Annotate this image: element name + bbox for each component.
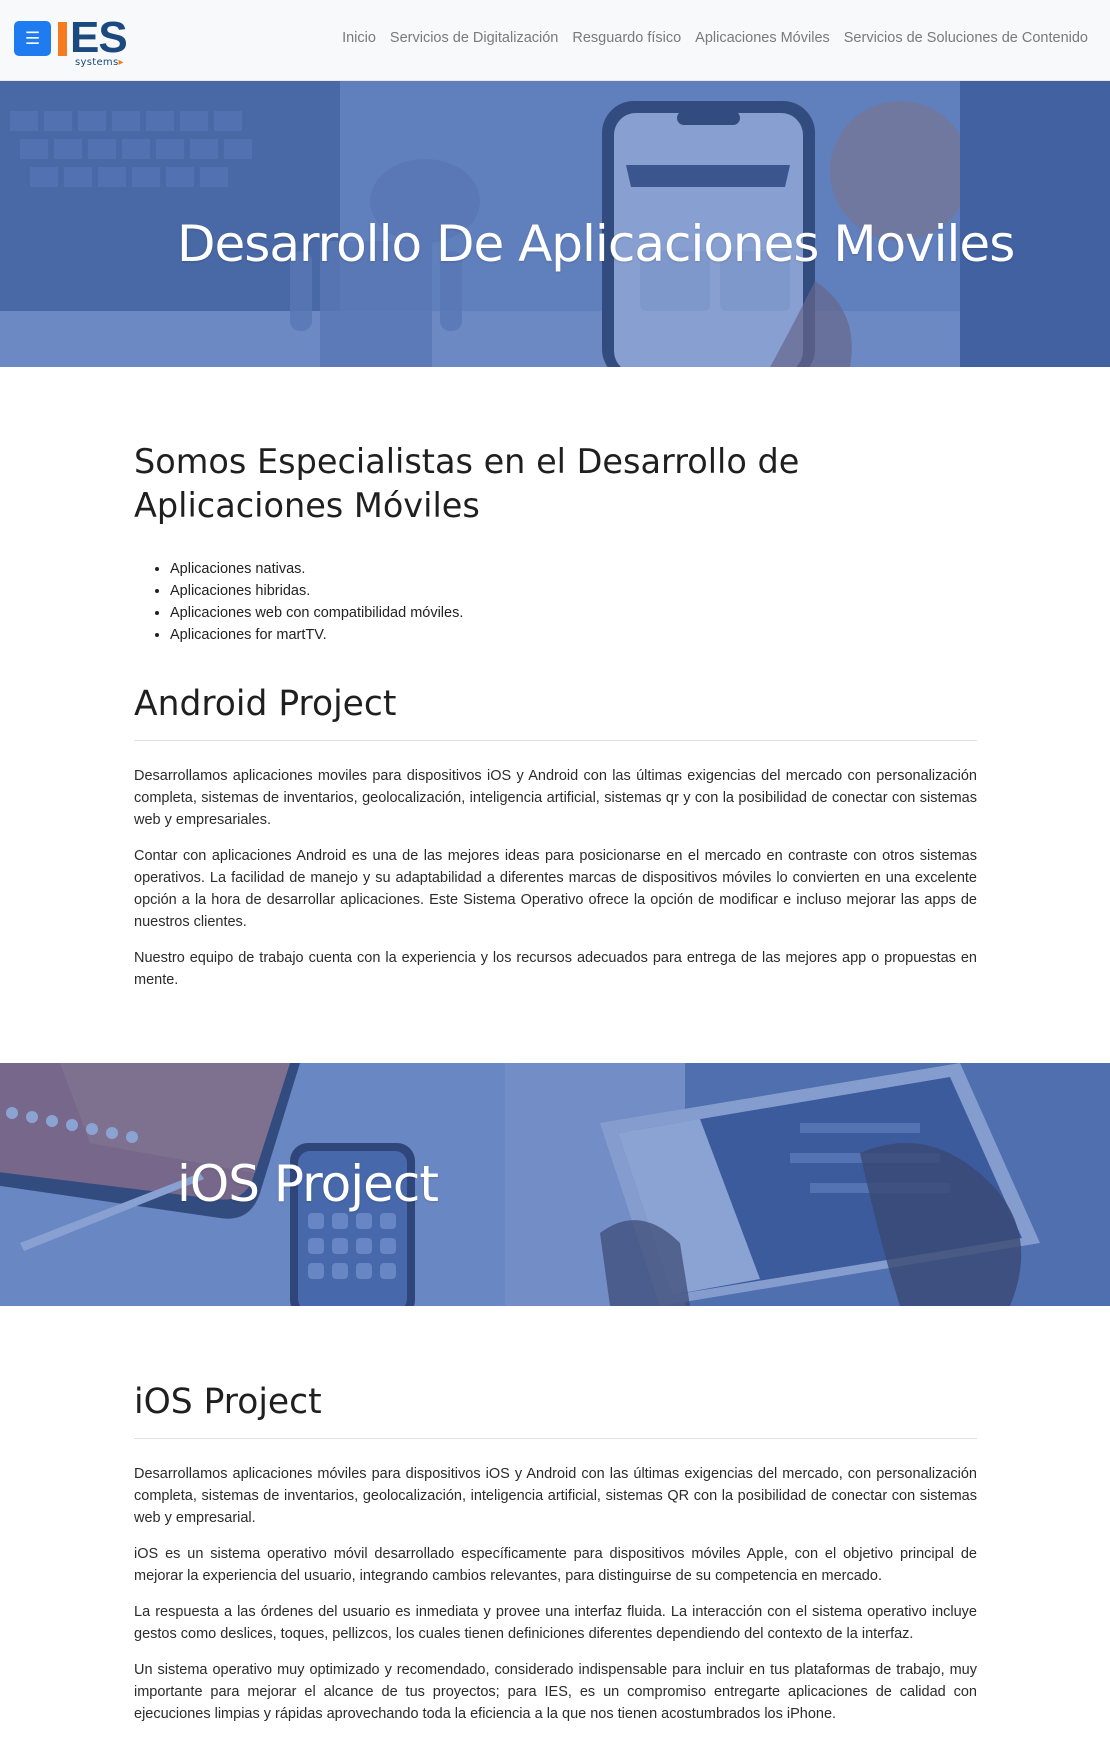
hamburger-icon[interactable]: ☰ — [14, 21, 51, 56]
hero-banner-main: Desarrollo De Aplicaciones Moviles — [0, 81, 1110, 367]
android-paragraph: Nuestro equipo de trabajo cuenta con la … — [134, 950, 977, 988]
hero-ios-title: iOS Project — [177, 1155, 439, 1213]
list-item: Aplicaciones for martTV. — [170, 624, 977, 646]
menu-toggle-glyph: ☰ — [24, 28, 41, 49]
divider — [134, 1438, 977, 1439]
top-navbar: ☰ ES systems▸ Inicio Servicios de Digita… — [0, 0, 1110, 81]
hero-ios-overlay — [0, 1063, 1110, 1306]
nav-link-soluciones-contenido[interactable]: Servicios de Soluciones de Contenido — [844, 30, 1088, 46]
logo-subtitle-text: systems — [75, 57, 119, 68]
ios-paragraph: iOS es un sistema operativo móvil desarr… — [134, 1546, 977, 1584]
nav-link-inicio[interactable]: Inicio — [342, 30, 376, 46]
nav-link-resguardo[interactable]: Resguardo físico — [572, 30, 681, 46]
feature-list: Aplicaciones nativas. Aplicaciones hibri… — [134, 558, 977, 646]
ies-logo[interactable]: ES systems▸ — [58, 13, 136, 70]
nav-link-digitalizacion[interactable]: Servicios de Digitalización — [390, 30, 558, 46]
android-paragraph: Desarrollamos aplicaciones moviles para … — [134, 768, 977, 828]
android-paragraph: Contar con aplicaciones Android es una d… — [134, 848, 977, 930]
ios-section: iOS Project Desarrollamos aplicaciones m… — [134, 1380, 977, 1739]
nav-links: Inicio Servicios de Digitalización Resgu… — [342, 30, 1088, 46]
ios-paragraph: Desarrollamos aplicaciones móviles para … — [134, 1466, 977, 1526]
android-heading: Android Project — [134, 684, 397, 724]
list-item: Aplicaciones nativas. — [170, 558, 977, 580]
hero-title: Desarrollo De Aplicaciones Moviles — [177, 215, 1015, 273]
logo-arrow-icon: ▸ — [118, 57, 124, 68]
hero-banner-ios: iOS Project — [0, 1063, 1110, 1306]
list-item: Aplicaciones hibridas. — [170, 580, 977, 602]
ios-paragraph: Un sistema operativo muy optimizado y re… — [134, 1662, 977, 1722]
divider — [134, 740, 977, 741]
intro-heading-line-2: Aplicaciones Móviles — [134, 486, 480, 525]
logo-subtitle: systems▸ — [75, 57, 124, 68]
ios-paragraph: La respuesta a las órdenes del usuario e… — [134, 1604, 977, 1642]
logo-bar — [58, 22, 67, 56]
intro-heading-line-1: Somos Especialistas en el Desarrollo de — [134, 442, 800, 481]
ios-heading: iOS Project — [134, 1382, 322, 1422]
nav-link-aplicaciones-moviles[interactable]: Aplicaciones Móviles — [695, 30, 830, 46]
intro-heading: Somos Especialistas en el Desarrollo de … — [134, 440, 977, 528]
list-item: Aplicaciones web con compatibilidad móvi… — [170, 602, 977, 624]
intro-section: Somos Especialistas en el Desarrollo de … — [134, 440, 977, 1005]
logo-text: ES — [70, 13, 128, 62]
